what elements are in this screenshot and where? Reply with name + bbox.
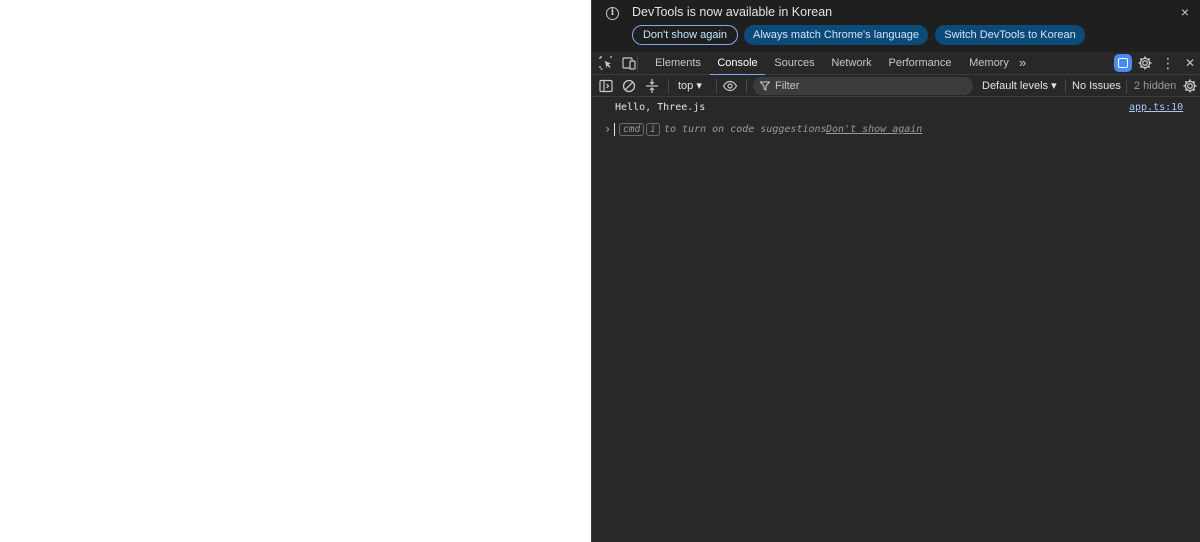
switch-to-korean-button[interactable]: Switch DevTools to Korean [935, 25, 1085, 45]
toolbar-divider [668, 79, 669, 93]
inspect-element-icon[interactable] [598, 55, 614, 71]
devtools-panel: i DevTools is now available in Korean × … [591, 0, 1200, 542]
eye-icon[interactable] [722, 78, 738, 94]
device-toolbar-icon[interactable] [621, 55, 637, 71]
infobar-message: DevTools is now available in Korean [632, 5, 833, 19]
close-devtools-icon[interactable]: ✕ [1182, 55, 1198, 71]
filter-icon [760, 81, 770, 91]
log-levels-dropdown[interactable]: Default levels ▾ [982, 78, 1057, 94]
clear-console-icon[interactable] [621, 78, 637, 94]
tab-console[interactable]: Console [710, 52, 765, 76]
group-similar-icon[interactable] [644, 78, 660, 94]
more-tabs-icon[interactable]: » [1019, 55, 1026, 71]
devtools-sync-icon[interactable] [1114, 54, 1132, 72]
prompt-chevron-icon: › [604, 122, 612, 136]
console-settings-icon[interactable] [1182, 78, 1198, 94]
code-suggestion-hint: to turn on code suggestions. [664, 124, 833, 135]
filter-placeholder: Filter [775, 80, 800, 92]
tab-performance[interactable]: Performance [881, 52, 959, 75]
tab-elements[interactable]: Elements [648, 52, 708, 75]
toolbar-divider [637, 56, 638, 71]
tab-network[interactable]: Network [824, 52, 879, 75]
close-icon[interactable]: × [1178, 5, 1192, 19]
text-caret [614, 123, 615, 136]
inspected-page-viewport [0, 0, 591, 542]
toolbar-divider [716, 79, 717, 93]
tab-memory[interactable]: Memory [961, 52, 1017, 75]
tab-sources[interactable]: Sources [767, 52, 822, 75]
message-source-link[interactable]: app.ts:10 [1129, 102, 1183, 113]
console-log-message: Hello, Three.js [615, 102, 706, 113]
more-options-icon[interactable]: ⋮ [1160, 55, 1176, 71]
dont-show-again-link[interactable]: Don't show again [826, 123, 922, 136]
always-match-language-button[interactable]: Always match Chrome's language [744, 25, 928, 45]
toolbar-divider [746, 79, 747, 93]
hidden-messages-count: 2 hidden [1134, 80, 1177, 92]
issues-counter[interactable]: No Issues [1072, 78, 1121, 94]
gear-icon[interactable] [1137, 55, 1153, 71]
context-selector[interactable]: top ▾ [678, 78, 702, 94]
language-infobar: i DevTools is now available in Korean × … [592, 0, 1200, 52]
toolbar-divider [1126, 79, 1127, 93]
info-icon: i [606, 7, 619, 20]
sidebar-toggle-icon[interactable] [598, 78, 614, 94]
toolbar-divider [1065, 79, 1066, 93]
filter-input[interactable]: Filter [753, 77, 973, 95]
console-toolbar: top ▾ Filter Default levels ▾ No Issues … [592, 75, 1200, 97]
cmd-key-hint: cmd [619, 123, 645, 136]
dont-show-again-button[interactable]: Don't show again [632, 25, 738, 45]
i-key-hint: i [646, 123, 660, 136]
main-toolbar: Elements Console Sources Network Perform… [592, 52, 1200, 76]
